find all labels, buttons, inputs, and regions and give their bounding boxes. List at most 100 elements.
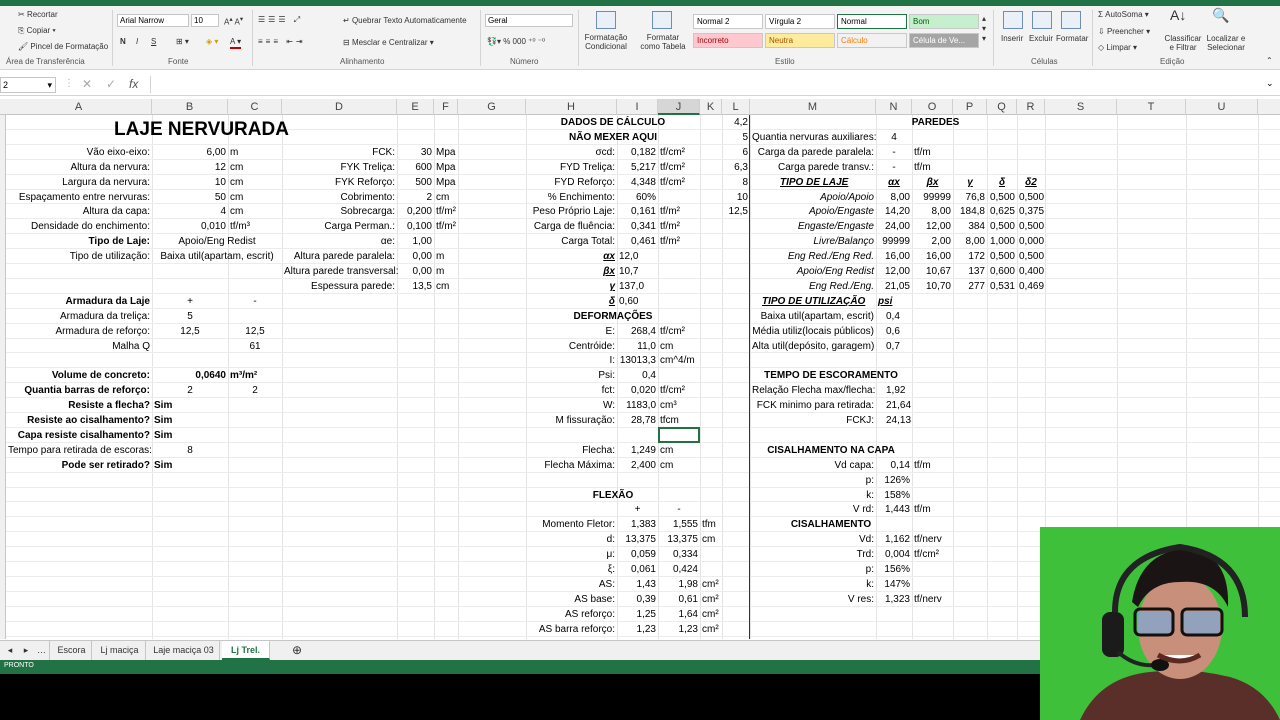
input-value[interactable]: 0,200: [399, 204, 432, 219]
flexao-unit[interactable]: cm²: [702, 607, 720, 622]
parede-label[interactable]: Quantia nervuras auxiliares:: [752, 130, 877, 145]
sheet-tab[interactable]: Laje maciça 03: [148, 641, 220, 660]
deform-value[interactable]: 0,020: [619, 383, 656, 398]
sheet-title[interactable]: LAJE NERVURADA: [8, 115, 395, 145]
flexao-value[interactable]: 13,375: [619, 532, 656, 547]
underline-button[interactable]: S: [151, 37, 156, 47]
cis-unit[interactable]: tf/m: [914, 502, 951, 517]
cis-label[interactable]: k:: [752, 577, 874, 592]
calc-label[interactable]: % Enchimento:: [528, 190, 615, 205]
laje-type-label[interactable]: Engaste/Engaste: [752, 219, 874, 234]
result-label[interactable]: Tempo para retirada de escoras:: [8, 443, 152, 458]
format-cells-icon[interactable]: [1061, 11, 1081, 29]
sheet-tab[interactable]: Lj Trel.: [222, 641, 270, 660]
coef-value[interactable]: 1,000: [989, 234, 1015, 249]
section-title[interactable]: CISALHAMENTO NA CAPA: [752, 443, 910, 458]
result-label[interactable]: Resiste a flecha?: [8, 398, 150, 413]
coef-value[interactable]: 24,00: [878, 219, 910, 234]
cis-value[interactable]: 126%: [878, 473, 910, 488]
input-value[interactable]: 12,5: [154, 324, 226, 339]
more-tabs-icon[interactable]: …: [34, 641, 50, 660]
coef-value[interactable]: 277: [955, 279, 985, 294]
confirm-entry-icon[interactable]: ✓: [106, 77, 116, 91]
deform-unit[interactable]: cm: [660, 443, 698, 458]
calc-value[interactable]: 10,7: [619, 264, 656, 279]
input-label[interactable]: Carga Perman.:: [284, 219, 395, 234]
flexao-value[interactable]: 13,375: [660, 532, 698, 547]
input-label[interactable]: αe:: [284, 234, 395, 249]
deform-label[interactable]: I:: [528, 353, 615, 368]
input-value[interactable]: 12,5: [230, 324, 280, 339]
coef-value[interactable]: 99999: [878, 234, 910, 249]
sheet-tab[interactable]: Lj maciça: [94, 641, 146, 660]
coef-value[interactable]: 0,531: [989, 279, 1015, 294]
flexao-unit[interactable]: cm: [702, 532, 720, 547]
result-label[interactable]: Resiste ao cisalhamento?: [8, 413, 150, 428]
input-label[interactable]: Largura da nervura:: [8, 175, 150, 190]
tabs-right-icon[interactable]: ▸: [18, 641, 34, 660]
input-value[interactable]: 5: [154, 309, 226, 324]
new-sheet-icon[interactable]: ⊕: [288, 641, 306, 660]
cis-value[interactable]: 147%: [878, 577, 910, 592]
input-unit[interactable]: Mpa: [436, 160, 456, 175]
coef-value[interactable]: 10,67: [914, 264, 951, 279]
cis-label[interactable]: p:: [752, 562, 874, 577]
flexao-label[interactable]: Momento Fletor:: [528, 517, 615, 532]
coef-value[interactable]: 14,20: [878, 204, 910, 219]
calc-value[interactable]: 12,0: [619, 249, 656, 264]
coef-value[interactable]: 0,400: [1019, 264, 1044, 279]
calc-unit[interactable]: tf/m²: [660, 234, 698, 249]
input-label[interactable]: FCK:: [284, 145, 395, 160]
calc-value[interactable]: 4,348: [619, 175, 656, 190]
deform-label[interactable]: Centróide:: [528, 339, 615, 354]
flexao-label[interactable]: ξ:: [528, 562, 615, 577]
column-header-L[interactable]: L: [722, 99, 750, 115]
coef-value[interactable]: 184,8: [955, 204, 985, 219]
deform-unit[interactable]: cm³: [660, 398, 698, 413]
minus-label[interactable]: -: [230, 294, 280, 309]
cut-button[interactable]: ✂ Recortar: [18, 10, 58, 20]
calc-label[interactable]: αx: [528, 249, 615, 264]
font-color-icon[interactable]: A ▾: [230, 37, 242, 49]
fill-color-icon[interactable]: ◈ ▾: [206, 37, 218, 47]
laje-type-label[interactable]: Apoio/Engaste: [752, 204, 874, 219]
input-unit[interactable]: Mpa: [436, 145, 456, 160]
result-value[interactable]: 0,0640: [154, 368, 226, 383]
cis-unit[interactable]: [914, 562, 951, 577]
input-unit[interactable]: cm: [436, 279, 456, 294]
deform-value[interactable]: 13013,3: [619, 353, 656, 368]
result-unit[interactable]: m³/m²: [230, 368, 280, 383]
coef-value[interactable]: 172: [955, 249, 985, 264]
result-label[interactable]: Quantia barras de reforço:: [8, 383, 150, 398]
calc-label[interactable]: γ: [528, 279, 615, 294]
calc-label[interactable]: FYD Reforço:: [528, 175, 615, 190]
tabs-left-icon[interactable]: ◂: [2, 641, 18, 660]
flexao-unit[interactable]: cm²: [702, 592, 720, 607]
deform-label[interactable]: Psi:: [528, 368, 615, 383]
cell-style-1[interactable]: Vírgula 2: [765, 14, 835, 29]
deform-unit[interactable]: tfcm: [660, 413, 698, 428]
input-label[interactable]: Altura da capa:: [8, 204, 150, 219]
flexao-label[interactable]: d:: [528, 532, 615, 547]
section-title[interactable]: DADOS DE CÁLCULO: [528, 115, 698, 130]
input-value[interactable]: 30: [399, 145, 432, 160]
psi-value[interactable]: 0,6: [878, 324, 910, 339]
cis-unit[interactable]: tf/nerv: [914, 532, 951, 547]
psi-value[interactable]: 0,7: [878, 339, 910, 354]
flexao-value[interactable]: 1,555: [660, 517, 698, 532]
result-label[interactable]: Volume de concreto:: [8, 368, 150, 383]
cell-style-7[interactable]: Célula de Ve...: [909, 33, 979, 48]
column-header-R[interactable]: R: [1017, 99, 1045, 115]
bold-button[interactable]: N: [120, 37, 126, 47]
input-label[interactable]: FYK Reforço:: [284, 175, 395, 190]
input-unit[interactable]: cm: [436, 190, 456, 205]
parede-label[interactable]: Carga parede transv.:: [752, 160, 874, 175]
laje-type-label[interactable]: Apoio/Eng Redist: [752, 264, 874, 279]
parede-value[interactable]: 4: [878, 130, 910, 145]
calc-label[interactable]: FYD Treliça:: [528, 160, 615, 175]
coef-value[interactable]: 99999: [914, 190, 951, 205]
cis-unit[interactable]: tf/cm²: [914, 547, 951, 562]
calc-unit[interactable]: [660, 294, 698, 309]
input-value[interactable]: 61: [230, 339, 280, 354]
column-header-K[interactable]: K: [700, 99, 722, 115]
